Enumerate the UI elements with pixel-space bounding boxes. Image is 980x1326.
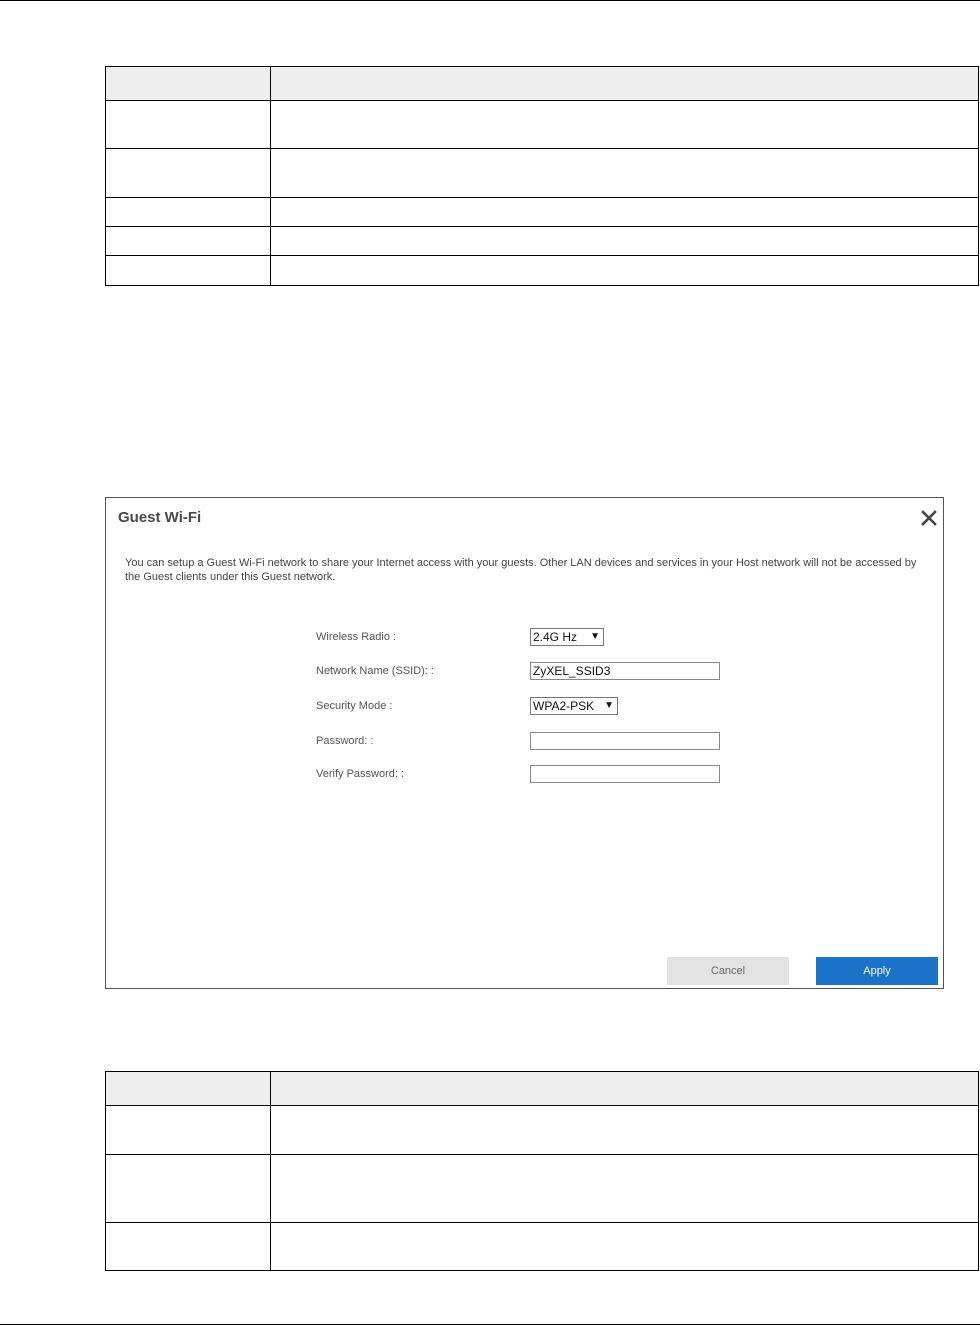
security-mode-value: WPA2-PSK [533, 699, 595, 713]
network-name-input[interactable]: ZyXEL_SSID3 [530, 662, 720, 680]
table-cell [270, 1154, 979, 1223]
table-cell [105, 1222, 271, 1271]
wireless-radio-label: Wireless Radio : [316, 631, 397, 643]
network-name-row: Network Name (SSID): : ZyXEL_SSID3 [316, 662, 736, 682]
table-header-cell [105, 1071, 271, 1106]
table-cell [270, 226, 979, 256]
table-header-row [105, 1071, 979, 1106]
table-cell [270, 255, 979, 286]
dialog-description: You can setup a Guest Wi-Fi network to s… [125, 557, 917, 583]
table-cell [270, 100, 979, 149]
table-row [105, 1154, 979, 1223]
network-name-label: Network Name (SSID): : [316, 665, 434, 677]
table-row [105, 1222, 979, 1271]
table-cell [105, 1154, 271, 1223]
guest-wifi-dialog: Guest Wi-Fi You can setup a Guest Wi-Fi … [105, 497, 944, 989]
table-cell [270, 197, 979, 227]
table-cell [270, 148, 979, 198]
table-cell [105, 197, 271, 227]
dialog-title: Guest Wi-Fi [118, 509, 202, 526]
security-mode-label: Security Mode : [316, 700, 393, 712]
verify-password-row: Verify Password: : [316, 765, 736, 785]
cancel-button[interactable]: Cancel [667, 957, 789, 985]
verify-password-label: Verify Password: : [316, 768, 405, 780]
dropdown-arrow-icon: ▼ [604, 700, 614, 711]
apply-button[interactable]: Apply [816, 957, 938, 985]
table-cell [270, 1105, 979, 1155]
table-cell [105, 1105, 271, 1155]
table-cell [105, 100, 271, 149]
table-header-cell [105, 66, 271, 101]
table-row [105, 197, 979, 227]
verify-password-input[interactable] [530, 765, 720, 783]
table-row [105, 1105, 979, 1155]
security-mode-row: Security Mode : WPA2-PSK ▼ [316, 697, 736, 717]
reference-table-bottom [105, 1071, 979, 1271]
table-cell [105, 226, 271, 256]
table-cell [105, 148, 271, 198]
wireless-radio-value: 2.4G Hz [533, 630, 578, 644]
reference-table-top [105, 66, 979, 286]
wireless-radio-select[interactable]: 2.4G Hz ▼ [530, 628, 604, 646]
password-label: Password: : [316, 735, 374, 747]
close-icon [921, 510, 937, 526]
close-button[interactable] [921, 510, 937, 526]
table-row [105, 100, 979, 149]
table-header-cell [270, 1071, 979, 1106]
table-cell [270, 1222, 979, 1271]
dropdown-arrow-icon: ▼ [590, 631, 600, 642]
password-input[interactable] [530, 732, 720, 750]
table-row [105, 148, 979, 198]
table-row [105, 226, 979, 256]
page-bottom-rule [0, 1324, 980, 1325]
password-row: Password: : [316, 732, 736, 752]
table-header-cell [270, 66, 979, 101]
table-row [105, 255, 979, 286]
security-mode-select[interactable]: WPA2-PSK ▼ [530, 697, 618, 715]
wireless-radio-row: Wireless Radio : 2.4G Hz ▼ [316, 628, 736, 648]
page-top-rule [0, 0, 980, 1]
table-header-row [105, 66, 979, 101]
table-cell [105, 255, 271, 286]
